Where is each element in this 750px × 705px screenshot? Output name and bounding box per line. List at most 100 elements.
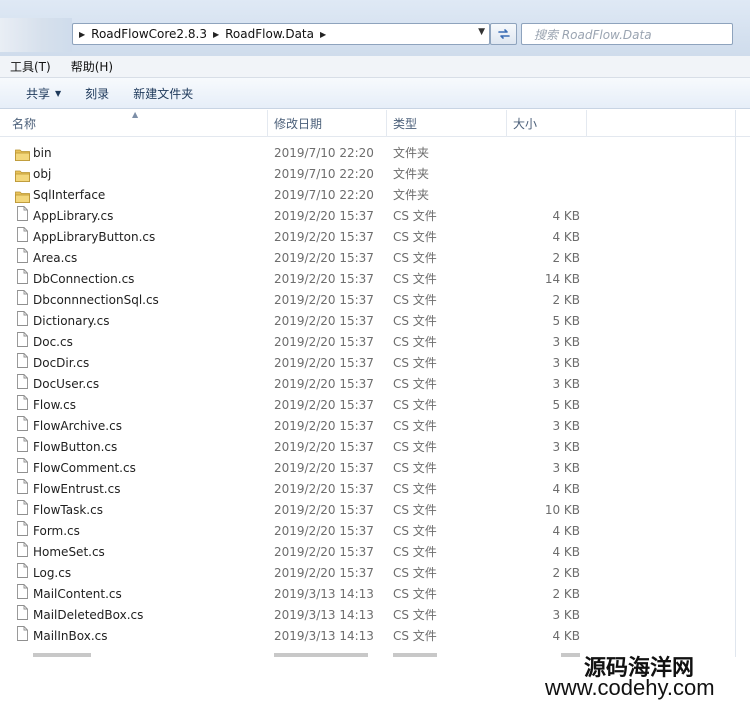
file-icon — [15, 353, 29, 374]
file-row[interactable]: FlowEntrust.cs 2019/2/20 15:37 CS 文件 4 KB — [0, 479, 735, 500]
file-row[interactable]: DbconnnectionSql.cs 2019/2/20 15:37 CS 文件 2… — [0, 290, 735, 311]
file-modified-date: 2019/2/20 15:37 — [274, 545, 374, 559]
file-name: MailInBox.cs — [33, 629, 108, 643]
file-row[interactable]: AppLibraryButton.cs 2019/2/20 15:37 CS 文件 4… — [0, 227, 735, 248]
chevron-down-icon[interactable]: ▼ — [478, 27, 485, 37]
menu-bar: 工具(T) 帮助(H) — [0, 56, 750, 78]
file-name: Flow.cs — [33, 398, 76, 412]
file-type: CS 文件 — [393, 503, 437, 517]
refresh-icon — [497, 29, 510, 39]
file-modified-date: 2019/2/20 15:37 — [274, 335, 374, 349]
file-row[interactable]: AppLibrary.cs 2019/2/20 15:37 CS 文件 4 KB — [0, 206, 735, 227]
file-icon — [15, 395, 29, 416]
chevron-right-icon[interactable]: ▶ — [314, 30, 332, 39]
file-row[interactable]: FlowButton.cs 2019/2/20 15:37 CS 文件 3 KB — [0, 437, 735, 458]
scrollbar-edge — [735, 110, 736, 657]
breadcrumb-roadflow-data[interactable]: RoadFlow.Data — [225, 27, 314, 41]
file-row[interactable]: Area.cs 2019/2/20 15:37 CS 文件 2 KB — [0, 248, 735, 269]
file-row[interactable]: bin 2019/7/10 22:20 文件夹 — [0, 143, 735, 164]
column-header-modified[interactable]: 修改日期 — [268, 110, 387, 137]
search-input[interactable]: 搜索 RoadFlow.Data — [522, 26, 652, 43]
file-row[interactable]: Dictionary.cs 2019/2/20 15:37 CS 文件 5 KB — [0, 311, 735, 332]
column-header-size[interactable]: 大小 — [507, 110, 587, 137]
column-header-type[interactable]: 类型 — [387, 110, 507, 137]
file-modified-date: 2019/3/13 14:13 — [274, 629, 374, 643]
file-name: FlowTask.cs — [33, 503, 103, 517]
file-row[interactable]: Log.cs 2019/2/20 15:37 CS 文件 2 KB — [0, 563, 735, 584]
file-modified-date: 2019/2/20 15:37 — [274, 482, 374, 496]
file-row[interactable]: FlowTask.cs 2019/2/20 15:37 CS 文件 10 KB — [0, 500, 735, 521]
file-row[interactable]: Form.cs 2019/2/20 15:37 CS 文件 4 KB — [0, 521, 735, 542]
chevron-right-icon[interactable]: ▶ — [207, 30, 225, 39]
file-row[interactable]: HomeSet.cs 2019/2/20 15:37 CS 文件 4 KB — [0, 542, 735, 563]
file-list: bin 2019/7/10 22:20 文件夹 obj 2019/7/10 22:20 文… — [0, 143, 735, 653]
file-type: CS 文件 — [393, 608, 437, 622]
file-size: 4 KB — [552, 482, 580, 496]
folder-icon — [15, 189, 30, 203]
file-row[interactable]: obj 2019/7/10 22:20 文件夹 — [0, 164, 735, 185]
file-name: HomeSet.cs — [33, 545, 105, 559]
address-bar[interactable]: ▶ RoadFlowCore2.8.3 ▶ RoadFlow.Data ▶ ▼ — [72, 23, 490, 45]
share-button[interactable]: 共享 ▼ — [14, 85, 73, 102]
file-size: 10 KB — [544, 503, 580, 517]
file-name: Dictionary.cs — [33, 314, 110, 328]
file-type: CS 文件 — [393, 587, 437, 601]
file-type: CS 文件 — [393, 377, 437, 391]
file-icon — [15, 605, 29, 626]
file-icon — [15, 374, 29, 395]
file-type: CS 文件 — [393, 545, 437, 559]
chevron-down-icon: ▼ — [55, 88, 62, 98]
new-folder-button[interactable]: 新建文件夹 — [121, 85, 205, 102]
chevron-right-icon[interactable]: ▶ — [73, 30, 91, 39]
file-modified-date: 2019/2/20 15:37 — [274, 230, 374, 244]
file-name: obj — [33, 167, 52, 181]
folder-icon — [15, 147, 30, 161]
file-row[interactable]: DocUser.cs 2019/2/20 15:37 CS 文件 3 KB — [0, 374, 735, 395]
file-size: 4 KB — [552, 209, 580, 223]
burn-button[interactable]: 刻录 — [73, 85, 121, 102]
file-row[interactable]: MailDeletedBox.cs 2019/3/13 14:13 CS 文件 3 K… — [0, 605, 735, 626]
file-type: CS 文件 — [393, 230, 437, 244]
file-size: 3 KB — [552, 335, 580, 349]
file-name: MailDeletedBox.cs — [33, 608, 144, 622]
column-header-row: 名称 ▲ 修改日期 类型 大小 — [0, 110, 750, 137]
file-size: 3 KB — [552, 461, 580, 475]
file-size: 4 KB — [552, 629, 580, 643]
breadcrumb-roadflowcore[interactable]: RoadFlowCore2.8.3 — [91, 27, 207, 41]
file-modified-date: 2019/2/20 15:37 — [274, 524, 374, 538]
file-name: FlowEntrust.cs — [33, 482, 121, 496]
file-icon — [15, 437, 29, 458]
file-type: CS 文件 — [393, 356, 437, 370]
file-modified-date: 2019/2/20 15:37 — [274, 272, 374, 286]
file-size: 2 KB — [552, 293, 580, 307]
file-row[interactable]: FlowArchive.cs 2019/2/20 15:37 CS 文件 3 KB — [0, 416, 735, 437]
file-modified-date: 2019/2/20 15:37 — [274, 566, 374, 580]
share-button-label: 共享 — [26, 86, 51, 101]
file-row[interactable]: SqlInterface 2019/7/10 22:20 文件夹 — [0, 185, 735, 206]
file-modified-date: 2019/7/10 22:20 — [274, 188, 374, 202]
file-row[interactable]: FlowComment.cs 2019/2/20 15:37 CS 文件 3 KB — [0, 458, 735, 479]
file-row[interactable]: DbConnection.cs 2019/2/20 15:37 CS 文件 14 KB — [0, 269, 735, 290]
watermark-url: www.codehy.com — [545, 675, 715, 700]
menu-help[interactable]: 帮助(H) — [61, 58, 123, 75]
file-row[interactable]: DocDir.cs 2019/2/20 15:37 CS 文件 3 KB — [0, 353, 735, 374]
file-name: bin — [33, 146, 52, 160]
menu-tools[interactable]: 工具(T) — [0, 58, 61, 75]
file-modified-date: 2019/2/20 15:37 — [274, 461, 374, 475]
file-icon — [15, 626, 29, 647]
file-type: CS 文件 — [393, 314, 437, 328]
file-row[interactable]: Flow.cs 2019/2/20 15:37 CS 文件 5 KB — [0, 395, 735, 416]
file-size: 4 KB — [552, 524, 580, 538]
file-name: AppLibrary.cs — [33, 209, 114, 223]
search-box[interactable]: 搜索 RoadFlow.Data — [521, 23, 733, 45]
file-icon — [15, 290, 29, 311]
file-icon — [15, 311, 29, 332]
file-row[interactable]: MailInBox.cs 2019/3/13 14:13 CS 文件 4 KB — [0, 626, 735, 647]
file-icon — [15, 206, 29, 227]
file-row[interactable]: MailContent.cs 2019/3/13 14:13 CS 文件 2 KB — [0, 584, 735, 605]
refresh-button[interactable] — [490, 23, 517, 45]
file-row[interactable]: Doc.cs 2019/2/20 15:37 CS 文件 3 KB — [0, 332, 735, 353]
file-icon — [15, 332, 29, 353]
file-size: 4 KB — [552, 230, 580, 244]
file-type: 文件夹 — [393, 146, 430, 160]
